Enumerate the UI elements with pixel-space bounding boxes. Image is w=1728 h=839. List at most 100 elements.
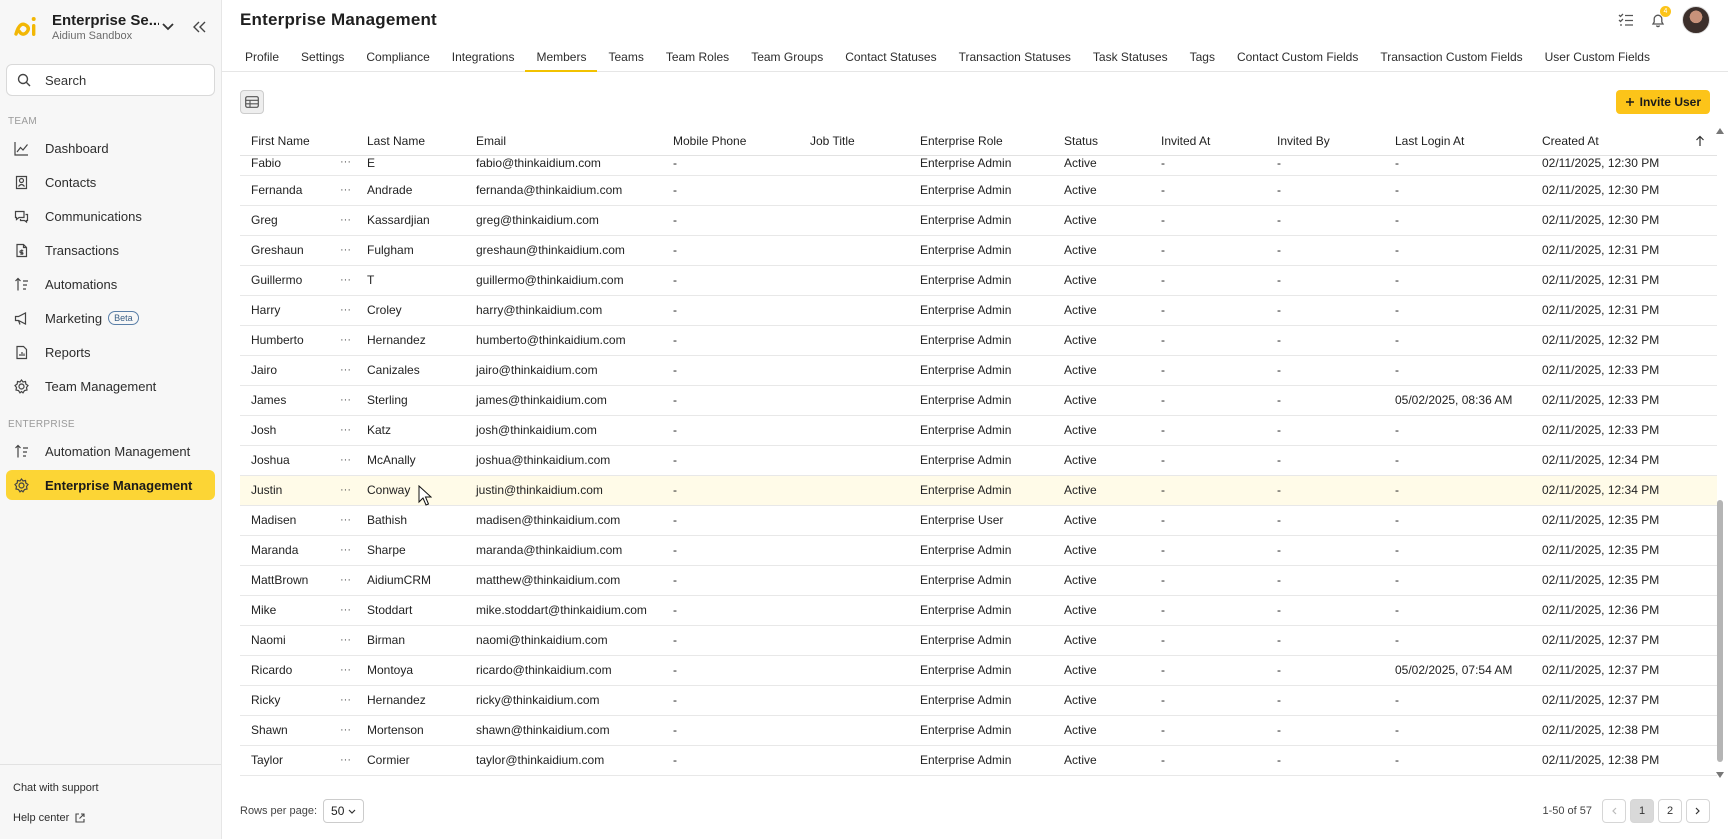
table-row[interactable]: Josh ··· Katz josh@thinkaidium.com - Enterpri…	[240, 415, 1717, 446]
table-row[interactable]: Maranda ··· Sharpe maranda@thinkaidium.com -…	[240, 535, 1717, 566]
search-input[interactable]	[45, 72, 185, 88]
search-box[interactable]	[6, 64, 215, 96]
tab-teams[interactable]: Teams	[597, 40, 654, 72]
tab-members[interactable]: Members	[525, 40, 598, 72]
row-menu-button[interactable]: ···	[340, 685, 356, 716]
table-row[interactable]: Fabio ··· Efabio@thinkaidium.com - Enterpris…	[240, 155, 1717, 176]
table-row[interactable]: Humberto ··· Hernandez humberto@thinkaidium…	[240, 325, 1717, 356]
tab-team-roles[interactable]: Team Roles	[655, 40, 740, 72]
tab-team-groups[interactable]: Team Groups	[740, 40, 834, 72]
scroll-down-arrow-icon[interactable]	[1716, 772, 1724, 778]
table-row[interactable]: Greshaun ··· Fulgham greshaun@thinkaidium.c…	[240, 235, 1717, 266]
rows-per-page-select[interactable]: 50	[323, 799, 365, 823]
row-menu-button[interactable]: ···	[340, 385, 356, 416]
row-menu-button[interactable]: ···	[340, 295, 356, 326]
row-menu-button[interactable]: ···	[340, 625, 356, 656]
table-view-button[interactable]	[240, 90, 264, 114]
table-row[interactable]: Taylor ··· Cormier taylor@thinkaidium.com - E…	[240, 745, 1717, 776]
table-row[interactable]: Mike ··· Stoddart mike.stoddart@thinkaidium…	[240, 595, 1717, 626]
table-row[interactable]: Jairo ··· Canizales jairo@thinkaidium.com - E…	[240, 355, 1717, 386]
sidebar-item-team-management[interactable]: Team Management	[6, 371, 215, 401]
tab-contact-statuses[interactable]: Contact Statuses	[834, 40, 947, 72]
column-header-first-name[interactable]: First Name	[240, 128, 340, 156]
tab-contact-custom-fields[interactable]: Contact Custom Fields	[1226, 40, 1369, 72]
column-header-enterprise-role[interactable]: Enterprise Role	[909, 128, 1053, 156]
scrollbar-thumb[interactable]	[1717, 500, 1723, 762]
table-row[interactable]: Justin ··· Conway justin@thinkaidium.com - En…	[240, 475, 1717, 506]
tab-profile[interactable]: Profile	[240, 40, 290, 72]
org-switcher[interactable]: Enterprise Se... Aidium Sandbox	[0, 0, 221, 54]
column-header-last-name[interactable]: Last Name	[356, 128, 465, 156]
row-menu-button[interactable]: ···	[340, 595, 356, 626]
notifications-button[interactable]: 4	[1650, 6, 1671, 28]
column-header-status[interactable]: Status	[1053, 128, 1150, 156]
tab-compliance[interactable]: Compliance	[355, 40, 440, 72]
row-menu-button[interactable]: ···	[340, 715, 356, 746]
row-menu-button[interactable]: ···	[340, 745, 356, 776]
invite-user-button[interactable]: Invite User	[1615, 90, 1710, 114]
table-row[interactable]: Greg ··· Kassardjian greg@thinkaidium.com - E…	[240, 205, 1717, 236]
page-2-button[interactable]: 2	[1658, 799, 1682, 823]
table-row[interactable]: Guillermo ··· Tguillermo@thinkaidium.com - E…	[240, 265, 1717, 296]
table-row[interactable]: James ··· Sterling james@thinkaidium.com - En…	[240, 385, 1717, 416]
column-header-mobile-phone[interactable]: Mobile Phone	[662, 128, 799, 156]
row-menu-button[interactable]: ···	[340, 655, 356, 686]
chat-with-support-link[interactable]: Chat with support	[0, 773, 221, 803]
tab-transaction-statuses[interactable]: Transaction Statuses	[948, 40, 1082, 72]
row-menu-button[interactable]: ···	[340, 505, 356, 536]
row-menu-button[interactable]: ···	[340, 325, 356, 356]
row-menu-button[interactable]: ···	[340, 565, 356, 596]
sidebar-item-enterprise-management[interactable]: Enterprise Management	[6, 470, 215, 500]
tab-task-statuses[interactable]: Task Statuses	[1082, 40, 1179, 72]
row-menu-button[interactable]: ···	[340, 265, 356, 296]
table-row[interactable]: Madisen ··· Bathish madisen@thinkaidium.com…	[240, 505, 1717, 536]
table-row[interactable]: Joshua ··· McAnally joshua@thinkaidium.com -…	[240, 445, 1717, 476]
sidebar-item-dashboard[interactable]: Dashboard	[6, 133, 215, 163]
sidebar-item-marketing[interactable]: Marketing Beta	[6, 303, 215, 333]
collapse-sidebar-icon[interactable]	[191, 18, 209, 36]
sidebar-item-automation-management[interactable]: Automation Management	[6, 436, 215, 466]
sidebar-item-contacts[interactable]: Contacts	[6, 167, 215, 197]
previous-page-button[interactable]	[1602, 799, 1626, 823]
user-avatar[interactable]	[1682, 6, 1710, 34]
column-header-job-title[interactable]: Job Title	[799, 128, 909, 156]
row-menu-button[interactable]: ···	[340, 155, 356, 176]
row-menu-button[interactable]: ···	[340, 445, 356, 476]
column-header-email[interactable]: Email	[465, 128, 662, 156]
sidebar-item-automations[interactable]: Automations	[6, 269, 215, 299]
sidebar-item-reports[interactable]: Reports	[6, 337, 215, 367]
table-row[interactable]: Harry ··· Croley harry@thinkaidium.com - Ente…	[240, 295, 1717, 326]
next-page-button[interactable]	[1686, 799, 1710, 823]
row-menu-button[interactable]: ···	[340, 235, 356, 266]
column-header-created-at[interactable]: Created At	[1531, 128, 1717, 156]
table-row[interactable]: Shawn ··· Mortenson shawn@thinkaidium.com - E…	[240, 715, 1717, 746]
row-menu-button[interactable]: ···	[340, 205, 356, 236]
table-row[interactable]: Naomi ··· Birman naomi@thinkaidium.com - Ente…	[240, 625, 1717, 656]
sidebar-item-communications[interactable]: Communications	[6, 201, 215, 231]
tab-settings[interactable]: Settings	[290, 40, 355, 72]
sort-ascending-icon[interactable]	[1695, 135, 1705, 147]
row-menu-button[interactable]: ···	[340, 475, 356, 506]
sidebar-item-transactions[interactable]: Transactions	[6, 235, 215, 265]
page-1-button[interactable]: 1	[1630, 799, 1654, 823]
row-menu-button[interactable]: ···	[340, 415, 356, 446]
scroll-up-arrow-icon[interactable]	[1716, 128, 1724, 134]
help-center-link[interactable]: Help center	[0, 803, 221, 833]
tab-integrations[interactable]: Integrations	[441, 40, 526, 72]
tasks-checklist-icon[interactable]	[1618, 12, 1634, 28]
column-header-invited-at[interactable]: Invited At	[1150, 128, 1266, 156]
table-row[interactable]: Ricardo ··· Montoya ricardo@thinkaidium.com…	[240, 655, 1717, 686]
table-row[interactable]: Ricky ··· Hernandez ricky@thinkaidium.com - E…	[240, 685, 1717, 716]
tab-user-custom-fields[interactable]: User Custom Fields	[1534, 40, 1661, 72]
column-header-last-login-at[interactable]: Last Login At	[1384, 128, 1531, 156]
row-menu-button[interactable]: ···	[340, 355, 356, 386]
table-scrollbar[interactable]	[1715, 128, 1725, 778]
table-row[interactable]: Fernanda ··· Andrade fernanda@thinkaidium.c…	[240, 175, 1717, 206]
row-menu-button[interactable]: ···	[340, 175, 356, 206]
table-row[interactable]: MattBrown ··· AidiumCRM matthew@thinkaidium…	[240, 565, 1717, 596]
chevron-down-icon[interactable]	[159, 18, 177, 36]
tab-tags[interactable]: Tags	[1179, 40, 1226, 72]
row-menu-button[interactable]: ···	[340, 535, 356, 566]
tab-transaction-custom-fields[interactable]: Transaction Custom Fields	[1369, 40, 1533, 72]
column-header-invited-by[interactable]: Invited By	[1266, 128, 1384, 156]
